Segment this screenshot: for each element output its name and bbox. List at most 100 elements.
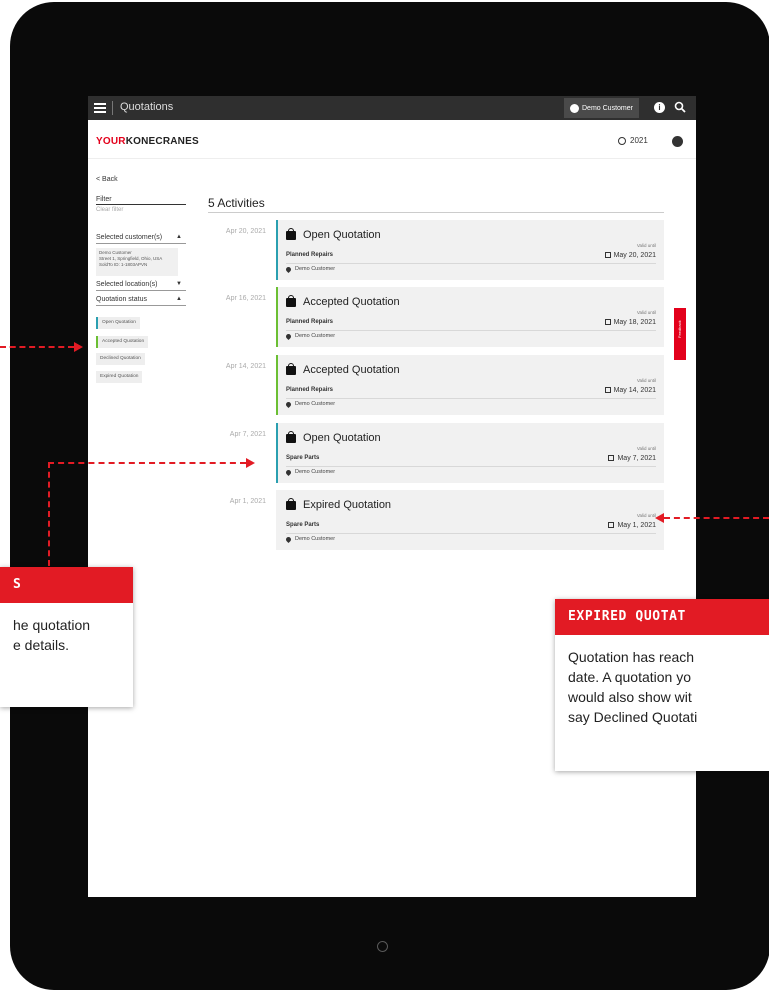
quotation-title: Open Quotation: [303, 432, 381, 444]
quotation-type: Spare Parts: [286, 522, 320, 528]
arrow-head-right-icon: [246, 458, 255, 468]
briefcase-icon: [286, 431, 296, 443]
topbar-title: Quotations: [120, 101, 174, 113]
customer-details: Demo Customer Street 1, Springfield, Ohi…: [96, 248, 178, 276]
location-pin-icon: [284, 332, 293, 341]
status-declined-quotation[interactable]: Declined Quotation: [96, 353, 145, 365]
card-divider: [286, 533, 656, 534]
location-pin-icon: [284, 400, 293, 409]
callout-right-body: Quotation has reach date. A quotation yo…: [568, 649, 698, 725]
user-profile-icon[interactable]: [672, 136, 683, 147]
calendar-icon: [604, 387, 611, 393]
quotation-card[interactable]: Open Quotation Planned Repairs Valid unt…: [276, 220, 664, 280]
quotation-type: Planned Repairs: [286, 319, 334, 325]
calendar-icon: [608, 455, 615, 461]
valid-date-text: May 18, 2021: [613, 319, 656, 326]
status-bar: [276, 220, 278, 280]
quotation-type: Planned Repairs: [286, 387, 334, 393]
customer-name: Demo Customer: [582, 104, 633, 112]
selected-locations-toggle[interactable]: Selected location(s) ▼: [96, 281, 186, 291]
activities-title: 5 Activities: [208, 196, 265, 210]
quotation-card[interactable]: Accepted Quotation Planned Repairs Valid…: [276, 355, 664, 415]
activity-date: Apr 16, 2021: [225, 295, 266, 302]
status-expired-quotation[interactable]: Expired Quotation: [96, 371, 143, 383]
valid-until-label: Valid until: [636, 243, 656, 248]
valid-until-label: Valid until: [636, 310, 656, 315]
valid-until-date: May 18, 2021: [604, 319, 656, 326]
year-selector[interactable]: 2021: [618, 136, 648, 145]
briefcase-icon: [286, 498, 296, 510]
briefcase-icon: [286, 228, 296, 240]
valid-date-text: May 14, 2021: [613, 387, 656, 394]
home-button[interactable]: [377, 941, 388, 952]
valid-until-label: Valid until: [636, 446, 656, 451]
selected-customers-toggle[interactable]: Selected customer(s) ▲: [96, 234, 186, 244]
valid-until-date: May 14, 2021: [604, 387, 656, 394]
quotation-title: Open Quotation: [303, 229, 381, 241]
valid-date-text: May 7, 2021: [617, 455, 656, 462]
clock-icon: [618, 136, 626, 145]
arrow-head-right-icon: [74, 342, 83, 352]
header-divider: [88, 158, 696, 159]
search-icon[interactable]: [674, 101, 686, 113]
customer-selector[interactable]: Demo Customer: [564, 98, 639, 118]
valid-until-date: May 1, 2021: [608, 522, 656, 529]
app-screen: Quotations Demo Customer i YOURKONECRANE…: [88, 96, 696, 897]
card-divider: [286, 466, 656, 467]
status-bar: [276, 287, 278, 347]
quotation-title: Accepted Quotation: [303, 296, 400, 308]
callout-arrow-line: [664, 517, 769, 519]
valid-until-label: Valid until: [636, 378, 656, 383]
chevron-down-icon: ▼: [176, 281, 182, 287]
status-open-quotation[interactable]: Open Quotation: [96, 317, 140, 329]
callout-arrow-line: [48, 462, 50, 566]
hamburger-menu-icon[interactable]: [94, 101, 106, 115]
filter-label: Filter: [96, 196, 112, 203]
activity-date: Apr 20, 2021: [225, 228, 266, 235]
calendar-icon: [604, 319, 611, 325]
quotation-title: Expired Quotation: [303, 499, 392, 511]
valid-date-text: May 20, 2021: [613, 252, 656, 259]
brand-logo[interactable]: YOURKONECRANES: [96, 136, 199, 147]
logo-your: YOUR: [96, 136, 126, 147]
card-customer: Demo Customer: [295, 266, 336, 272]
card-customer: Demo Customer: [295, 536, 336, 542]
valid-date-text: May 1, 2021: [617, 522, 656, 529]
selected-locations-label: Selected location(s): [96, 281, 158, 288]
card-divider: [286, 330, 656, 331]
quotation-status-toggle[interactable]: Quotation status ▲: [96, 296, 186, 306]
quotation-card[interactable]: Open Quotation Spare Parts Valid until M…: [276, 423, 664, 483]
chevron-up-icon: ▲: [176, 234, 182, 240]
top-bar: Quotations Demo Customer i: [88, 96, 696, 120]
callout-arrow-line: [0, 346, 74, 348]
feedback-label: Feedback: [677, 320, 682, 338]
status-accepted-quotation[interactable]: Accepted Quotation: [96, 336, 149, 348]
status-bar: [276, 355, 278, 415]
filter-input[interactable]: Clear filter: [96, 204, 186, 213]
callout-right-heading: EXPIRED QUOTAT: [555, 599, 769, 635]
valid-until-date: May 7, 2021: [608, 455, 656, 462]
briefcase-icon: [286, 295, 296, 307]
callout-expired-quotation: EXPIRED QUOTAT Quotation has reach date.…: [555, 599, 769, 771]
selected-customers-label: Selected customer(s): [96, 234, 163, 241]
back-link[interactable]: < Back: [96, 176, 118, 183]
location-pin-icon: [284, 468, 293, 477]
quotation-card[interactable]: Accepted Quotation Planned Repairs Valid…: [276, 287, 664, 347]
location-pin-icon: [284, 535, 293, 544]
briefcase-icon: [286, 363, 296, 375]
year-value: 2021: [630, 136, 648, 145]
arrow-head-left-icon: [655, 513, 664, 523]
quotation-card[interactable]: Expired Quotation Spare Parts Valid unti…: [276, 490, 664, 550]
callout-left-body: he quotation e details.: [13, 617, 91, 653]
activity-date: Apr 7, 2021: [229, 431, 266, 438]
valid-until-date: May 20, 2021: [604, 252, 656, 259]
calendar-icon: [604, 252, 611, 258]
card-customer: Demo Customer: [295, 401, 336, 407]
location-pin-icon: [284, 265, 293, 274]
info-icon[interactable]: i: [654, 102, 665, 113]
activities-divider: [208, 212, 664, 213]
chevron-up-icon: ▲: [176, 296, 182, 302]
quotation-status-label: Quotation status: [96, 296, 147, 303]
callout-arrow-line: [48, 462, 246, 464]
card-divider: [286, 263, 656, 264]
